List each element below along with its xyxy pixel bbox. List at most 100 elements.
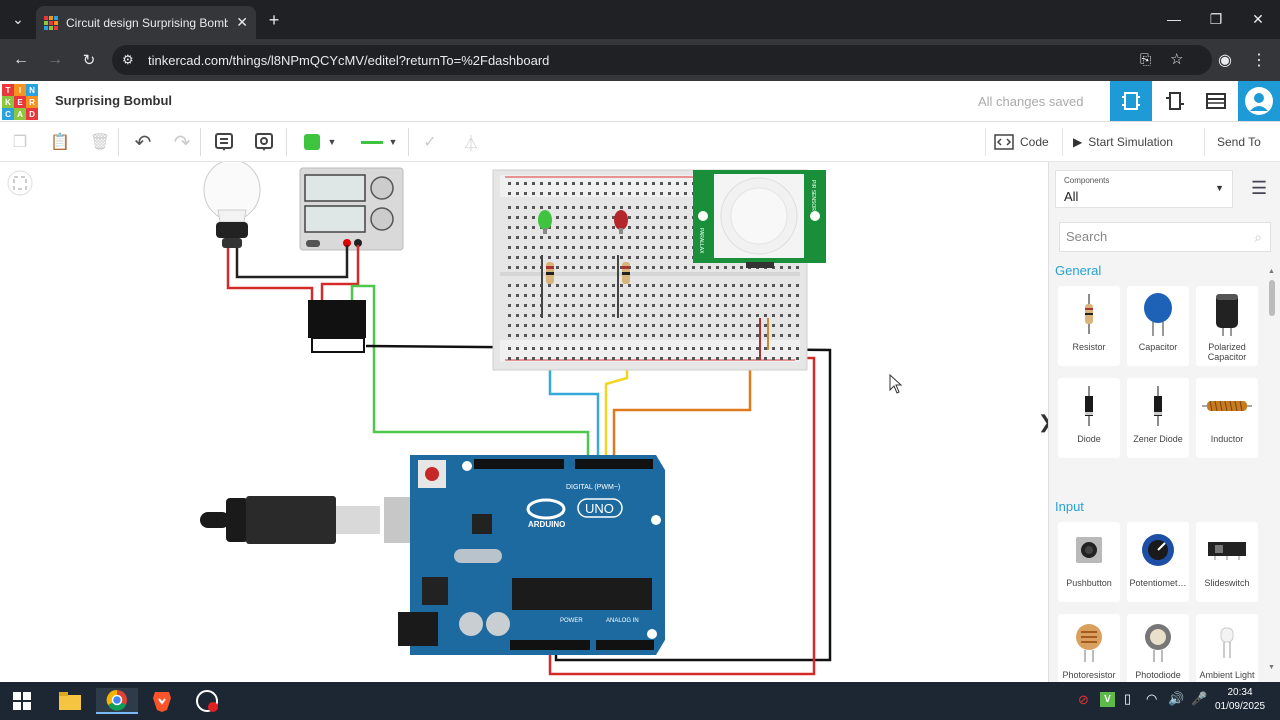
component-card-diode[interactable]: Diode (1058, 378, 1120, 458)
component-card-zener-diode[interactable]: Zener Diode (1127, 378, 1189, 458)
logo-letter: E (14, 96, 26, 108)
brave-browser-icon[interactable] (149, 688, 175, 714)
notes-icon[interactable] (212, 131, 236, 153)
schematic-view-icon (1166, 92, 1184, 110)
input-section-heading: Input (1055, 499, 1084, 514)
profile-icon[interactable]: ◉ (1214, 49, 1236, 71)
logo-letter: R (26, 96, 38, 108)
new-tab-button[interactable]: + (264, 10, 284, 30)
relay[interactable] (308, 300, 366, 353)
chevron-down-icon: ▼ (1215, 183, 1224, 193)
code-label: Code (1020, 135, 1049, 149)
tab-search-button[interactable]: ⌄ (8, 8, 28, 30)
logo-letter: A (14, 108, 26, 120)
chrome-taskbar-icon[interactable] (96, 688, 138, 714)
components-dropdown[interactable]: Components All ▼ (1055, 170, 1233, 208)
undo-icon[interactable]: ↶ (131, 131, 155, 154)
component-list-button[interactable] (1196, 81, 1236, 121)
component-label: Potentiomet… (1129, 578, 1187, 588)
potentiometer-icon (1127, 522, 1189, 578)
site-info-icon[interactable]: ⚙ (122, 52, 134, 68)
panel-scrollbar[interactable]: ▲ ▼ (1268, 268, 1276, 673)
component-card-inductor[interactable]: Inductor (1196, 378, 1258, 458)
note-visibility-icon[interactable] (252, 131, 276, 153)
component-card-potentiometer[interactable]: Potentiomet… (1127, 522, 1189, 602)
microphone-icon[interactable]: 🎤 (1191, 691, 1207, 707)
pir-label: PIR SENSOR (810, 180, 816, 211)
search-icon[interactable]: ⌕ (1254, 229, 1262, 246)
tray-app-icon[interactable]: V (1100, 692, 1115, 707)
flip-icon[interactable]: ⏃ (459, 131, 483, 153)
fit-view-icon[interactable] (7, 170, 33, 196)
paste-icon[interactable]: 📋 (48, 131, 72, 153)
component-card-resistor[interactable]: Resistor (1058, 286, 1120, 366)
bookmark-star-icon[interactable]: ☆ (1170, 50, 1183, 68)
install-app-icon[interactable]: ⎘ (1140, 51, 1151, 68)
screen-recorder-icon[interactable] (194, 688, 220, 714)
avatar-icon (1245, 87, 1273, 115)
circuit-view-button[interactable] (1110, 81, 1152, 121)
chevron-down-icon: ▼ (388, 137, 398, 147)
scrollbar-thumb[interactable] (1269, 280, 1275, 316)
slideswitch-icon (1196, 522, 1258, 578)
component-card-capacitor[interactable]: Capacitor (1127, 286, 1189, 366)
logo-letter: T (2, 84, 14, 96)
digital-pins-label: DIGITAL (PWM~) (566, 484, 620, 491)
browser-tab[interactable]: Circuit design Surprising Bombu ✕ (36, 6, 256, 39)
url-field[interactable]: ⚙ tinkercad.com/things/l8NPmQCYcMV/edite… (112, 45, 1212, 75)
start-simulation-button[interactable]: ▶ Start Simulation (1062, 128, 1181, 156)
send-to-button[interactable]: Send To (1204, 128, 1269, 156)
inductor-icon (1196, 378, 1258, 434)
volume-icon[interactable]: 🔊 (1168, 691, 1184, 707)
design-name[interactable]: Surprising Bombul (55, 93, 172, 108)
os-taskbar: ⊘ V ▯ ◠ 🔊 🎤 20:34 01/09/2025 (0, 682, 1280, 720)
list-view-icon[interactable]: ☰ (1251, 178, 1267, 199)
arduino-uno[interactable]: DIGITAL (PWM~) ARDUINO UNO POWER ANALOG … (398, 455, 665, 655)
restore-button[interactable]: ❐ (1204, 8, 1228, 30)
component-card-pushbutton[interactable]: Pushbutton (1058, 522, 1120, 602)
minimize-button[interactable]: — (1162, 8, 1186, 30)
copy-icon[interactable]: ❐ (8, 131, 32, 153)
wire-color-swatch (303, 134, 320, 150)
send-to-label: Send To (1217, 135, 1261, 149)
tinkercad-logo[interactable]: T I N K E R C A D (2, 84, 38, 120)
redo-icon[interactable]: ↷ (170, 131, 194, 154)
usb-cable[interactable] (200, 496, 446, 544)
component-card-polarized-capacitor[interactable]: Polarized Capacitor (1196, 286, 1258, 366)
system-clock[interactable]: 20:34 01/09/2025 (1208, 686, 1272, 714)
scroll-up-icon[interactable]: ▲ (1268, 268, 1275, 275)
back-icon[interactable]: ← (10, 49, 32, 71)
reload-icon[interactable]: ↻ (78, 49, 100, 71)
rotate-icon[interactable]: ✓ (418, 131, 442, 153)
code-button[interactable]: Code (985, 128, 1057, 156)
battery-icon[interactable]: ▯ (1124, 691, 1131, 707)
browser-menu-icon[interactable]: ⋮ (1248, 49, 1270, 71)
power-supply[interactable] (299, 167, 404, 251)
windows-start-icon[interactable] (9, 688, 35, 714)
photodiode-icon (1127, 614, 1189, 670)
play-icon: ▶ (1073, 135, 1083, 149)
security-tray-icon[interactable]: ⊘ (1078, 692, 1089, 708)
tab-close-icon[interactable]: ✕ (236, 14, 248, 31)
circuit-canvas[interactable]: PIR SENSOR PARALLAX DIGITAL (PWM~) ARDUI… (0, 162, 1048, 682)
pir-sensor[interactable]: PIR SENSOR PARALLAX (693, 170, 826, 268)
window-close-button[interactable]: ✕ (1246, 8, 1270, 30)
user-avatar[interactable] (1238, 81, 1280, 121)
light-bulb[interactable] (203, 162, 261, 248)
panel-collapse-chevron-icon[interactable]: ❯ (1038, 412, 1048, 433)
forward-icon[interactable]: → (44, 49, 66, 71)
power-label: POWER (560, 618, 583, 624)
delete-icon[interactable]: 🗑 (88, 131, 112, 153)
wire-type-picker[interactable]: ▼ (356, 131, 402, 153)
code-icon (994, 134, 1014, 150)
wire-color-picker[interactable]: ▼ (298, 131, 342, 153)
component-card-slideswitch[interactable]: Slideswitch (1196, 522, 1258, 602)
schematic-view-button[interactable] (1154, 81, 1196, 121)
component-search-input[interactable]: Search ⌕ (1059, 222, 1271, 252)
arduino-brand-text: ARDUINO (528, 520, 565, 529)
logo-letter: N (26, 84, 38, 96)
toolbar-divider (200, 128, 201, 156)
file-explorer-icon[interactable] (57, 688, 83, 714)
scroll-down-icon[interactable]: ▼ (1268, 664, 1275, 671)
wifi-icon[interactable]: ◠ (1146, 691, 1157, 707)
